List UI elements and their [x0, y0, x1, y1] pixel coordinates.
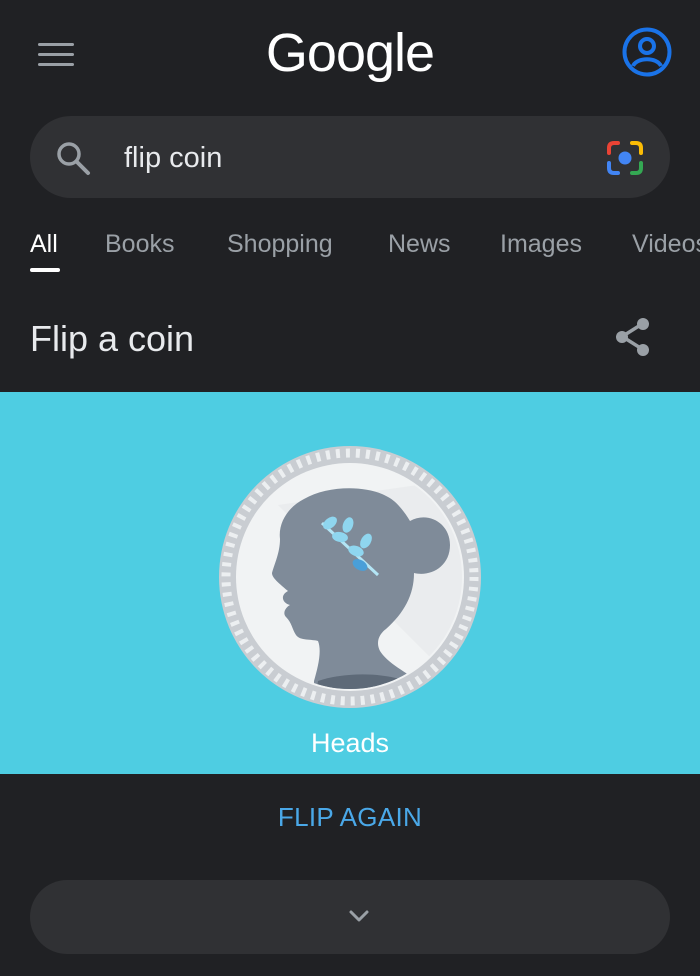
- search-icon[interactable]: [54, 139, 92, 177]
- google-logo[interactable]: Google: [0, 22, 700, 84]
- google-lens-camera-icon[interactable]: [603, 137, 647, 179]
- tab-shopping[interactable]: Shopping: [227, 230, 333, 259]
- search-input[interactable]: [124, 138, 564, 178]
- card-title: Flip a coin: [30, 318, 195, 359]
- tab-news[interactable]: News: [388, 230, 451, 259]
- coin-result-label: Heads: [310, 728, 390, 758]
- tab-books[interactable]: Books: [105, 230, 174, 259]
- tab-all[interactable]: All: [30, 230, 58, 259]
- active-tab-indicator: [30, 268, 60, 272]
- coin-heads-icon[interactable]: [218, 445, 482, 709]
- share-icon[interactable]: [610, 314, 656, 360]
- tab-images[interactable]: Images: [500, 230, 582, 259]
- header: Google: [0, 0, 700, 110]
- search-tabs: All Books Shopping News Images Videos: [0, 226, 700, 282]
- tab-videos[interactable]: Videos: [632, 230, 700, 259]
- account-circle-icon[interactable]: [621, 26, 673, 78]
- flip-again-button[interactable]: FLIP AGAIN: [0, 802, 700, 833]
- chevron-down-icon[interactable]: [347, 906, 371, 926]
